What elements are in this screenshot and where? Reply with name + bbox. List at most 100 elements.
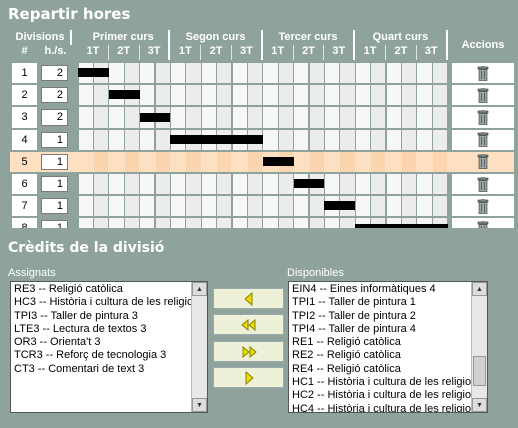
time-slot[interactable]	[78, 151, 93, 172]
time-slot[interactable]	[186, 85, 201, 106]
hours-per-week-field[interactable]: 2	[41, 65, 68, 82]
time-slot[interactable]	[201, 63, 217, 84]
time-slot[interactable]	[186, 63, 201, 84]
time-slot[interactable]	[93, 68, 109, 78]
time-slot[interactable]	[247, 63, 263, 84]
time-slot[interactable]	[201, 218, 217, 228]
time-slot[interactable]	[432, 223, 448, 228]
available-credits-list[interactable]: EIN4 -- Eines informàtiques 4 TPI1 -- Tal…	[288, 281, 488, 413]
time-slot[interactable]	[386, 129, 401, 150]
hours-per-week-field[interactable]: 1	[41, 153, 68, 170]
time-slot[interactable]	[140, 196, 155, 217]
time-slot[interactable]	[386, 196, 401, 217]
time-slot[interactable]	[340, 218, 355, 228]
time-slot[interactable]	[140, 174, 155, 195]
time-slot[interactable]	[217, 174, 232, 195]
time-slot[interactable]	[93, 151, 109, 172]
time-slot[interactable]	[401, 129, 417, 150]
time-slot[interactable]	[278, 63, 294, 84]
time-slot[interactable]	[401, 151, 417, 172]
time-slot[interactable]	[417, 85, 432, 106]
time-slot[interactable]	[262, 156, 279, 166]
time-slot[interactable]	[217, 107, 232, 128]
time-slot[interactable]	[247, 174, 263, 195]
time-slot[interactable]	[417, 151, 432, 172]
time-slot[interactable]	[416, 223, 433, 228]
time-slot[interactable]	[401, 223, 417, 228]
time-slot[interactable]	[263, 129, 278, 150]
time-slot[interactable]	[232, 218, 247, 228]
time-slot[interactable]	[217, 151, 232, 172]
hours-per-week-field[interactable]: 1	[41, 220, 68, 228]
list-item[interactable]: RE2 -- Religió catòlica	[289, 349, 487, 362]
time-slot[interactable]	[371, 174, 386, 195]
time-slot[interactable]	[324, 129, 340, 150]
list-item[interactable]: TCR3 -- Reforç de tecnologia 3	[11, 349, 207, 362]
time-slot[interactable]	[232, 63, 247, 84]
hours-per-week-field[interactable]: 1	[41, 131, 68, 148]
time-slot[interactable]	[78, 174, 93, 195]
time-slot[interactable]	[401, 63, 417, 84]
time-slot[interactable]	[155, 85, 170, 106]
time-slot[interactable]	[432, 196, 448, 217]
time-slot[interactable]	[170, 174, 186, 195]
time-slot[interactable]	[78, 68, 94, 78]
time-slot[interactable]	[78, 107, 93, 128]
time-slot[interactable]	[155, 174, 170, 195]
time-slot[interactable]	[93, 129, 109, 150]
time-slot[interactable]	[93, 218, 109, 228]
time-slot[interactable]	[432, 63, 448, 84]
time-slot[interactable]	[324, 107, 340, 128]
time-slot[interactable]	[201, 174, 217, 195]
time-slot[interactable]	[216, 134, 232, 144]
time-slot[interactable]	[417, 174, 432, 195]
delete-button[interactable]	[452, 107, 514, 128]
time-slot[interactable]	[124, 129, 140, 150]
time-slot[interactable]	[217, 85, 232, 106]
time-slot[interactable]	[124, 63, 140, 84]
time-slot[interactable]	[155, 151, 170, 172]
time-slot[interactable]	[355, 174, 371, 195]
time-slot[interactable]	[232, 85, 247, 106]
time-slot[interactable]	[309, 85, 324, 106]
time-slot[interactable]	[247, 134, 263, 144]
time-slot[interactable]	[247, 218, 263, 228]
time-slot[interactable]	[294, 63, 309, 84]
time-slot[interactable]	[201, 151, 217, 172]
delete-button[interactable]	[452, 129, 514, 150]
available-scrollbar[interactable]: ▲ ▼	[471, 282, 487, 412]
time-slot[interactable]	[140, 63, 155, 84]
time-slot[interactable]	[371, 63, 386, 84]
time-slot[interactable]	[263, 85, 278, 106]
scroll-up-icon[interactable]: ▲	[472, 282, 487, 296]
time-slot[interactable]	[140, 129, 155, 150]
time-slot[interactable]	[109, 63, 124, 84]
time-slot[interactable]	[263, 174, 278, 195]
time-slot[interactable]	[355, 63, 371, 84]
time-slot[interactable]	[309, 63, 324, 84]
time-slot[interactable]	[355, 151, 371, 172]
time-slot[interactable]	[124, 90, 140, 100]
time-slot[interactable]	[232, 134, 248, 144]
time-slot[interactable]	[263, 107, 278, 128]
time-slot[interactable]	[432, 85, 448, 106]
time-slot[interactable]	[324, 85, 340, 106]
time-slot[interactable]	[309, 107, 324, 128]
time-slot[interactable]	[371, 196, 386, 217]
time-slot[interactable]	[232, 107, 247, 128]
time-slot[interactable]	[217, 196, 232, 217]
time-slot[interactable]	[124, 218, 140, 228]
time-slot[interactable]	[247, 151, 263, 172]
time-slot[interactable]	[155, 218, 170, 228]
time-slot[interactable]	[170, 151, 186, 172]
time-slot[interactable]	[201, 134, 217, 144]
list-item[interactable]: TPI2 -- Taller de pintura 2	[289, 310, 487, 323]
time-slot[interactable]	[340, 151, 355, 172]
time-slot[interactable]	[170, 107, 186, 128]
time-slot[interactable]	[109, 174, 124, 195]
time-slot[interactable]	[93, 85, 109, 106]
time-slot[interactable]	[432, 129, 448, 150]
list-item[interactable]: HC4 -- Història i cultura de les religio…	[289, 403, 487, 412]
time-slot[interactable]	[186, 196, 201, 217]
time-slot[interactable]	[370, 223, 386, 228]
